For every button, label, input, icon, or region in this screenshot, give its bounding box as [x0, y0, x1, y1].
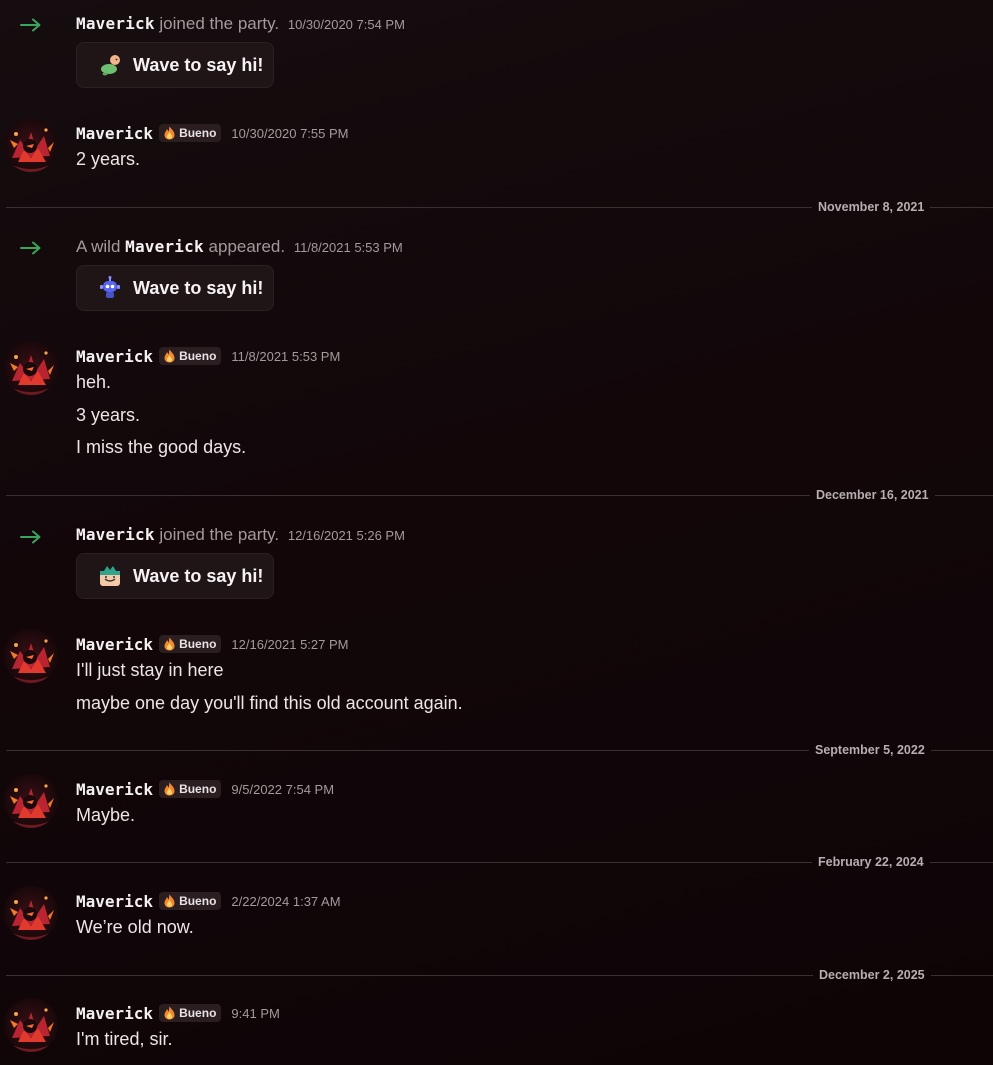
- wave-button-label: Wave to say hi!: [133, 277, 264, 298]
- divider-line: [6, 749, 809, 751]
- divider-line: [930, 974, 993, 976]
- username[interactable]: Maverick: [76, 124, 153, 143]
- message-text: 2 years.: [76, 149, 141, 169]
- arrow-right-icon: [20, 18, 42, 32]
- gift-box-sticker-icon: [100, 566, 120, 586]
- server-tag[interactable]: Bueno: [159, 1004, 222, 1022]
- flame-icon: [163, 637, 176, 651]
- message-text: I'll just stay in here: [76, 660, 224, 680]
- server-tag[interactable]: Bueno: [159, 124, 222, 142]
- message-header: Maverick Bueno 12/16/2021 5:27 PM: [76, 634, 349, 654]
- timestamp[interactable]: 9:41 PM: [231, 1006, 279, 1021]
- date-divider-label: November 8, 2021: [818, 200, 925, 214]
- wave-button-label: Wave to say hi!: [133, 565, 264, 586]
- server-tag-label: Bueno: [179, 637, 217, 651]
- date-divider: December 2, 2025: [6, 967, 993, 983]
- timestamp[interactable]: 11/8/2021 5:53 PM: [294, 240, 403, 255]
- robot-sticker-icon: [100, 276, 120, 298]
- message-text: Maybe.: [76, 805, 136, 825]
- message-text: maybe one day you'll find this old accou…: [76, 693, 463, 713]
- message-header: Maverick Bueno 9:41 PM: [76, 1003, 280, 1023]
- username[interactable]: Maverick: [76, 635, 153, 654]
- divider-line: [6, 861, 812, 863]
- username[interactable]: Maverick: [76, 1004, 153, 1023]
- flame-icon: [163, 126, 176, 140]
- avatar[interactable]: [4, 886, 58, 940]
- date-divider-label: December 16, 2021: [816, 488, 929, 502]
- date-divider-label: February 22, 2024: [818, 855, 924, 869]
- date-divider: November 8, 2021: [6, 199, 993, 215]
- server-tag[interactable]: Bueno: [159, 780, 222, 798]
- wave-button-label: Wave to say hi!: [133, 54, 264, 75]
- message-text: 3 years.: [76, 405, 141, 425]
- flame-icon: [163, 894, 176, 908]
- avatar[interactable]: [4, 118, 58, 172]
- username[interactable]: Maverick: [76, 780, 153, 799]
- date-divider: February 22, 2024: [6, 854, 993, 870]
- message-header: Maverick Bueno 11/8/2021 5:53 PM: [76, 346, 340, 366]
- username[interactable]: Maverick: [76, 525, 155, 544]
- divider-line: [934, 494, 993, 496]
- system-message-join: Maverick joined the party. 10/30/2020 7:…: [76, 14, 405, 34]
- avatar[interactable]: [4, 774, 58, 828]
- timestamp[interactable]: 10/30/2020 7:54 PM: [288, 17, 405, 32]
- server-tag[interactable]: Bueno: [159, 892, 222, 910]
- username[interactable]: Maverick: [125, 237, 204, 256]
- turtle-sticker-icon: [101, 55, 120, 76]
- server-tag-label: Bueno: [179, 782, 217, 796]
- server-tag-label: Bueno: [179, 126, 217, 140]
- date-divider-label: December 2, 2025: [819, 968, 925, 982]
- divider-line: [6, 974, 813, 976]
- message-text: I'm tired, sir.: [76, 1029, 173, 1049]
- server-tag[interactable]: Bueno: [159, 347, 222, 365]
- username[interactable]: Maverick: [76, 14, 155, 33]
- timestamp[interactable]: 10/30/2020 7:55 PM: [231, 126, 348, 141]
- message-header: Maverick Bueno 9/5/2022 7:54 PM: [76, 779, 334, 799]
- wave-button[interactable]: Wave to say hi!: [76, 42, 274, 88]
- arrow-right-icon: [20, 241, 42, 255]
- divider-line: [929, 861, 993, 863]
- server-tag-label: Bueno: [179, 1006, 217, 1020]
- system-text-prefix: A wild: [76, 237, 126, 256]
- timestamp[interactable]: 2/22/2024 1:37 AM: [231, 894, 340, 909]
- server-tag-label: Bueno: [179, 349, 217, 363]
- timestamp[interactable]: 12/16/2021 5:27 PM: [231, 637, 348, 652]
- system-text: joined the party.: [154, 525, 280, 544]
- message-header: Maverick Bueno 10/30/2020 7:55 PM: [76, 123, 349, 143]
- wave-button[interactable]: Wave to say hi!: [76, 553, 274, 599]
- avatar[interactable]: [4, 341, 58, 395]
- divider-line: [930, 206, 993, 208]
- divider-line: [930, 749, 993, 751]
- message-text: I miss the good days.: [76, 437, 247, 457]
- server-tag[interactable]: Bueno: [159, 635, 222, 653]
- timestamp[interactable]: 12/16/2021 5:26 PM: [288, 528, 405, 543]
- divider-line: [6, 494, 810, 496]
- avatar[interactable]: [4, 998, 58, 1052]
- system-message-join: A wild Maverick appeared. 11/8/2021 5:53…: [76, 237, 403, 257]
- timestamp[interactable]: 9/5/2022 7:54 PM: [231, 782, 334, 797]
- username[interactable]: Maverick: [76, 347, 153, 366]
- message-header: Maverick Bueno 2/22/2024 1:37 AM: [76, 891, 341, 911]
- message-text: heh.: [76, 372, 112, 392]
- system-message-join: Maverick joined the party. 12/16/2021 5:…: [76, 525, 405, 545]
- flame-icon: [163, 349, 176, 363]
- divider-line: [6, 206, 812, 208]
- server-tag-label: Bueno: [179, 894, 217, 908]
- system-text: appeared.: [203, 237, 286, 256]
- system-text: joined the party.: [154, 14, 280, 33]
- wave-button[interactable]: Wave to say hi!: [76, 265, 274, 311]
- timestamp[interactable]: 11/8/2021 5:53 PM: [231, 349, 340, 364]
- arrow-right-icon: [20, 530, 42, 544]
- date-divider-label: September 5, 2022: [815, 743, 925, 757]
- flame-icon: [163, 782, 176, 796]
- flame-icon: [163, 1006, 176, 1020]
- message-text: We’re old now.: [76, 917, 194, 937]
- username[interactable]: Maverick: [76, 892, 153, 911]
- date-divider: December 16, 2021: [6, 487, 993, 503]
- date-divider: September 5, 2022: [6, 742, 993, 758]
- avatar[interactable]: [4, 629, 58, 683]
